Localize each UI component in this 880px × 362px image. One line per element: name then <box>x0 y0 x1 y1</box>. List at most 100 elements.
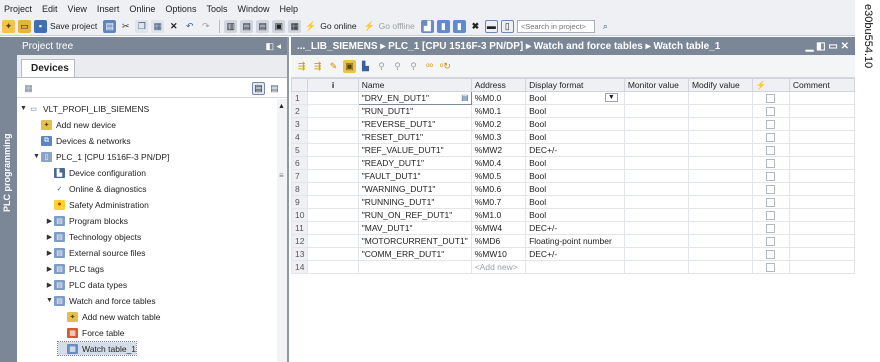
tree-item[interactable]: ▦ Watch table_1 <box>56 341 138 356</box>
split-horizontal-icon[interactable]: ▬ <box>484 19 498 33</box>
simulation-icon[interactable]: ▣ <box>272 19 286 33</box>
comment-cell[interactable] <box>788 247 856 261</box>
tree-item[interactable]: ⧉ Devices & networks <box>32 134 131 147</box>
address-cell[interactable]: %M0.2 <box>470 117 527 131</box>
table-row[interactable]: 2 "RUN_DUT1" %M0.1 Bool <box>290 104 856 118</box>
modify-checkbox-cell[interactable] <box>751 91 790 105</box>
table-row[interactable]: 1 "DRV_EN_DUT1" ▤ %M0.0 Bool ▼ <box>290 91 856 105</box>
modify-now-icon[interactable]: ✎ <box>327 60 340 73</box>
add-row-icon[interactable]: ⇶ <box>311 60 324 73</box>
devices-tab[interactable]: Devices <box>21 59 75 77</box>
tree-item[interactable]: ✦ Add new device <box>32 118 116 131</box>
address-cell[interactable]: %MD6 <box>470 234 527 248</box>
tree-item[interactable]: ▼ ▤ Watch and force tables <box>45 294 156 307</box>
name-cell[interactable]: "FAULT_DUT1" <box>357 169 472 183</box>
paste-icon[interactable]: ▦ <box>151 19 165 33</box>
address-cell[interactable]: %M0.1 <box>470 104 527 118</box>
modify-checkbox[interactable] <box>766 94 776 104</box>
modify-checkbox[interactable] <box>766 172 776 182</box>
comment-cell[interactable] <box>788 195 856 209</box>
comment-cell[interactable] <box>788 221 856 235</box>
menu-options[interactable]: Options <box>165 4 196 14</box>
modify-value-cell[interactable] <box>687 234 753 248</box>
address-cell[interactable]: %MW4 <box>470 221 527 235</box>
tree-item[interactable]: ▼ ▭ VLT_PROFI_LIB_SIEMENS <box>19 102 149 115</box>
modify-value-cell[interactable] <box>687 195 753 209</box>
modify-checkbox[interactable] <box>766 146 776 156</box>
plc-programming-side-tab[interactable]: PLC programming <box>0 37 17 362</box>
modify-value-cell[interactable] <box>687 130 753 144</box>
table-row[interactable]: 10 "RUN_ON_REF_DUT1" %M1.0 Bool <box>290 208 856 222</box>
tree-item[interactable]: ✦ Add new watch table <box>58 310 160 323</box>
modify-checkbox-cell[interactable] <box>751 169 790 183</box>
name-cell[interactable]: "REVERSE_DUT1" <box>357 117 472 131</box>
name-cell[interactable]: "RESET_DUT1" <box>357 130 472 144</box>
search-icon[interactable]: ⌕ <box>599 20 612 33</box>
menu-insert[interactable]: Insert <box>97 4 120 14</box>
modify-checkbox[interactable] <box>766 159 776 169</box>
collapse-arrow-icon[interactable]: ▼ <box>45 297 54 304</box>
undo-icon[interactable]: ↶ <box>183 20 196 33</box>
modify-value-cell[interactable] <box>687 117 753 131</box>
modify-checkbox[interactable] <box>766 198 776 208</box>
save-project-button[interactable]: Save project <box>50 21 97 31</box>
collapse-arrow-icon[interactable]: ▼ <box>32 153 41 160</box>
scroll-up-icon[interactable]: ▲ <box>278 103 285 110</box>
monitor-all-icon[interactable]: ⚲ <box>407 60 420 73</box>
display-format-cell[interactable]: Bool <box>525 130 625 144</box>
modify-checkbox-cell[interactable] <box>751 195 790 209</box>
column-header-address[interactable]: Address <box>470 78 527 92</box>
comment-cell[interactable] <box>788 234 856 248</box>
display-format-cell[interactable]: DEC+/- <box>525 247 625 261</box>
comment-cell[interactable] <box>788 130 856 144</box>
stop-cpu-icon[interactable]: ▮ <box>452 19 466 33</box>
display-format-cell[interactable]: Bool <box>525 156 625 170</box>
menu-online[interactable]: Online <box>129 4 155 14</box>
modify-checkbox-cell[interactable] <box>751 143 790 157</box>
display-format-cell[interactable]: Bool <box>525 117 625 131</box>
address-cell[interactable]: %M0.3 <box>470 130 527 144</box>
table-row[interactable]: 6 "READY_DUT1" %M0.4 Bool <box>290 156 856 170</box>
modify-checkbox[interactable] <box>766 211 776 221</box>
name-cell[interactable]: "RUN_ON_REF_DUT1" <box>357 208 472 222</box>
table-row[interactable]: 14 <Add new> <box>290 260 856 274</box>
display-format-cell[interactable]: Bool <box>525 182 625 196</box>
format-dropdown-icon[interactable]: ▼ <box>604 93 618 102</box>
search-input[interactable] <box>516 19 595 33</box>
modify-value-cell[interactable] <box>687 182 753 196</box>
cross-reference-icon[interactable]: ✖ <box>469 20 482 33</box>
tree-item[interactable]: ▶ ▤ PLC tags <box>45 262 104 275</box>
name-cell[interactable]: "MOTORCURRENT_DUT1" <box>357 234 472 248</box>
name-cell[interactable]: "WARNING_DUT1" <box>357 182 472 196</box>
address-cell[interactable]: %MW10 <box>470 247 527 261</box>
tree-item[interactable]: ▶ ▤ PLC data types <box>45 278 127 291</box>
go-offline-button[interactable]: Go offline <box>379 21 415 31</box>
table-row[interactable]: 8 "WARNING_DUT1" %M0.6 Bool <box>290 182 856 196</box>
start-cpu-icon[interactable]: ▮ <box>436 19 450 33</box>
address-cell[interactable]: %M0.7 <box>470 195 527 209</box>
modify-checkbox-cell[interactable] <box>751 156 790 170</box>
comment-cell[interactable] <box>788 208 856 222</box>
modify-checkbox-cell[interactable] <box>751 260 790 274</box>
tree-item[interactable]: ▶ ▤ Technology objects <box>45 230 141 243</box>
comment-cell[interactable] <box>788 91 856 105</box>
name-cell[interactable]: "COMM_ERR_DUT1" <box>357 247 472 261</box>
comment-cell[interactable] <box>788 156 856 170</box>
tree-item[interactable]: ▶ ▤ Program blocks <box>45 214 128 227</box>
modify-checkbox-cell[interactable] <box>751 104 790 118</box>
redo-icon[interactable]: ↷ <box>199 20 212 33</box>
address-cell[interactable]: %M0.6 <box>470 182 527 196</box>
comment-cell[interactable] <box>788 104 856 118</box>
overview-icon[interactable]: ▤ <box>252 82 265 95</box>
tree-scrollbar[interactable]: ▲ ≡ <box>277 99 287 362</box>
menu-window[interactable]: Window <box>237 4 269 14</box>
modify-value-cell[interactable] <box>687 143 753 157</box>
address-cell[interactable]: <Add new> <box>470 260 527 274</box>
comment-cell[interactable] <box>788 117 856 131</box>
name-cell[interactable]: "REF_VALUE_DUT1" <box>357 143 472 157</box>
modify-checkbox-cell[interactable] <box>751 208 790 222</box>
force-icon[interactable]: ⚲ <box>375 60 388 73</box>
table-row[interactable]: 7 "FAULT_DUT1" %M0.5 Bool <box>290 169 856 183</box>
name-cell[interactable] <box>357 260 472 274</box>
modify-value-cell[interactable] <box>687 221 753 235</box>
